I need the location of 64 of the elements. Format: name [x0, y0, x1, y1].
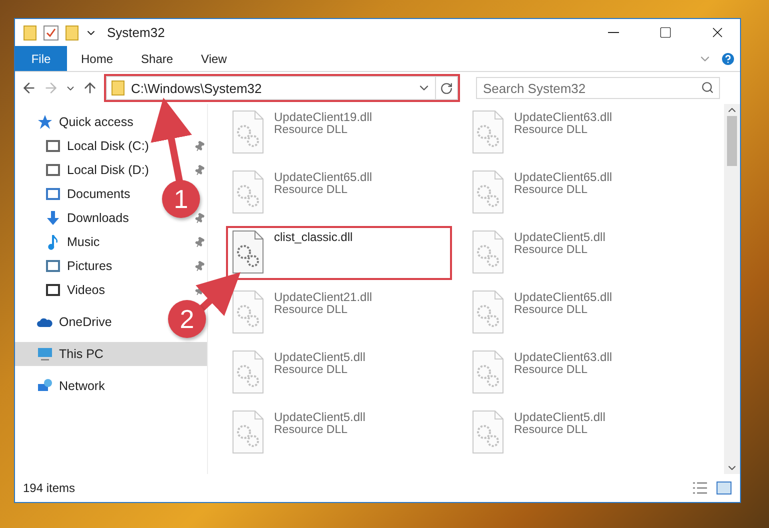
file-gears-icon — [472, 110, 504, 154]
file-item[interactable]: UpdateClient5.dll Resource DLL — [226, 346, 372, 400]
file-gears-icon — [472, 230, 504, 274]
file-item[interactable]: UpdateClient65.dll Resource DLL — [466, 166, 618, 220]
up-icon[interactable] — [82, 80, 98, 96]
pc-icon — [37, 346, 53, 362]
scrollbar-thumb[interactable] — [727, 116, 737, 166]
file-item[interactable]: UpdateClient65.dll Resource DLL — [466, 286, 618, 340]
nav-item[interactable]: Network — [15, 374, 111, 398]
star-icon — [37, 114, 53, 130]
refresh-icon — [440, 82, 453, 94]
search-icon[interactable] — [701, 81, 714, 94]
maximize-icon — [658, 26, 672, 39]
file-gears-icon — [232, 350, 264, 394]
details-view-icon[interactable] — [692, 481, 708, 495]
back-icon[interactable] — [21, 80, 37, 96]
file-gears-icon — [232, 110, 264, 154]
nav-item[interactable]: This PC — [15, 342, 207, 366]
item-count: 194 items — [23, 481, 76, 495]
nav-item[interactable]: Videos — [15, 278, 111, 302]
nav-item[interactable]: Downloads — [15, 206, 135, 230]
file-item[interactable]: UpdateClient21.dll Resource DLL — [226, 286, 378, 340]
nav-item[interactable]: Pictures — [15, 254, 118, 278]
download-icon — [45, 210, 61, 226]
help-icon[interactable] — [720, 50, 736, 66]
file-item[interactable]: UpdateClient5.dll Resource DLL — [226, 406, 372, 460]
file-gears-icon — [472, 290, 504, 334]
ribbon-tab[interactable]: View — [187, 46, 241, 71]
file-item[interactable]: UpdateClient5.dll Resource DLL — [466, 226, 612, 280]
properties-icon[interactable] — [43, 24, 59, 40]
nav-item[interactable]: OneDrive — [15, 310, 118, 334]
new-folder-icon[interactable] — [65, 24, 79, 40]
file-item[interactable]: UpdateClient5.dll Resource DLL — [466, 406, 612, 460]
file-gears-icon — [472, 350, 504, 394]
nav-item[interactable]: Quick access — [15, 110, 140, 134]
nav-item[interactable]: Music — [15, 230, 106, 254]
folder-icon — [111, 80, 125, 96]
file-menu-button[interactable]: File — [15, 46, 67, 71]
arrow — [196, 272, 241, 316]
file-gears-icon — [232, 230, 264, 274]
nav-item[interactable]: Local Disk (C:) — [15, 134, 155, 158]
scrollbar[interactable] — [724, 104, 740, 474]
file-item[interactable]: UpdateClient65.dll Resource DLL — [226, 166, 378, 220]
network-icon — [37, 378, 53, 394]
nav-item[interactable]: Local Disk (D:) — [15, 158, 155, 182]
file-gears-icon — [472, 410, 504, 454]
refresh-button[interactable] — [436, 76, 458, 100]
folder-icon — [23, 24, 37, 40]
window-title: System32 — [107, 25, 166, 40]
address-field[interactable]: C:\Windows\System32 — [106, 76, 436, 100]
file-item[interactable]: UpdateClient63.dll Resource DLL — [466, 106, 618, 160]
file-gears-icon — [232, 290, 264, 334]
file-item[interactable]: clist_classic.dll — [226, 226, 452, 280]
minimize-icon — [608, 32, 618, 33]
nav-item[interactable]: Documents — [15, 182, 136, 206]
ribbon-tab[interactable]: Home — [67, 46, 128, 71]
file-gears-icon — [232, 410, 264, 454]
search-field[interactable]: Search System32 — [476, 77, 720, 99]
file-item[interactable]: UpdateClient63.dll Resource DLL — [466, 346, 618, 400]
file-gears-icon — [472, 170, 504, 214]
file-gears-icon — [232, 170, 264, 214]
file-item[interactable]: UpdateClient19.dll Resource DLL — [226, 106, 378, 160]
large-icons-view-icon[interactable] — [716, 481, 732, 495]
ribbon-tab[interactable]: Share — [127, 46, 188, 71]
